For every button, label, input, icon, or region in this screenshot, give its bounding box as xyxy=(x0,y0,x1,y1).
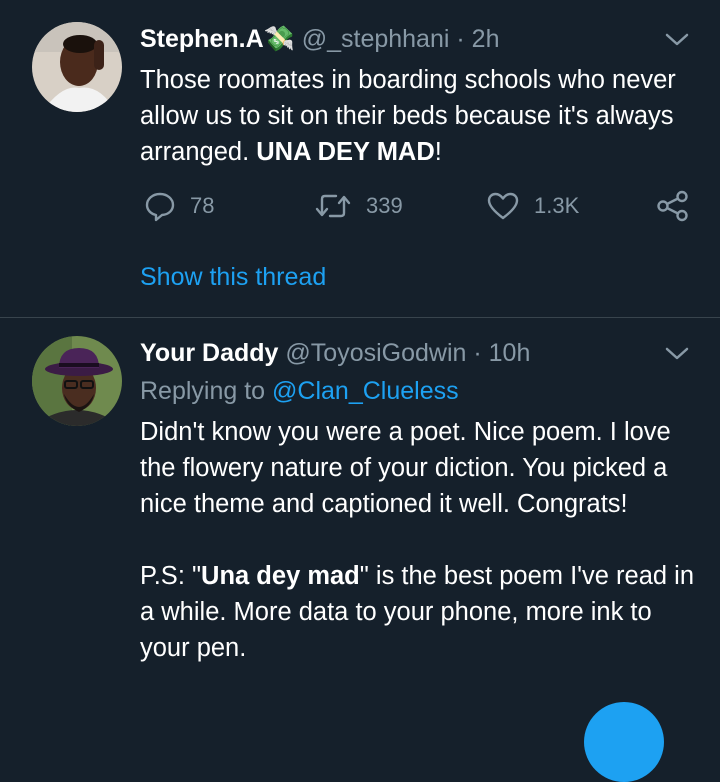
tweet-text-bold: UNA DEY MAD xyxy=(256,138,435,166)
avatar[interactable] xyxy=(32,22,122,112)
timestamp[interactable]: 2h xyxy=(472,25,500,53)
tweet-2[interactable]: Your Daddy @ToyosiGodwin · 10h Replying … xyxy=(0,318,720,714)
tweet-text: Those roomates in boarding schools who n… xyxy=(140,62,700,170)
replying-label: Replying to xyxy=(140,377,266,405)
ps-start: P.S: " xyxy=(140,562,202,590)
show-thread-link[interactable]: Show this thread xyxy=(140,262,326,292)
chevron-down-icon[interactable] xyxy=(664,346,690,362)
retweet-icon xyxy=(315,194,351,218)
replying-to: Replying to @Clan_Clueless xyxy=(140,376,459,406)
retweet-count: 339 xyxy=(366,193,403,218)
like-button[interactable]: 1.3K xyxy=(486,190,579,222)
heart-icon xyxy=(487,192,519,220)
reply-button[interactable]: 78 xyxy=(144,190,214,222)
compose-button[interactable] xyxy=(584,702,664,782)
ps-bold: Una dey mad xyxy=(201,562,360,590)
chevron-down-icon[interactable] xyxy=(664,32,690,48)
user-handle[interactable]: @ToyosiGodwin xyxy=(285,339,466,367)
share-icon xyxy=(657,190,688,222)
separator: · xyxy=(473,339,482,367)
tweet-text: Didn't know you were a poet. Nice poem. … xyxy=(140,414,700,666)
retweet-button[interactable]: 339 xyxy=(314,190,403,222)
tweet-1[interactable]: Stephen.A💸 @_stephhani · 2h Those roomat… xyxy=(0,0,720,317)
timestamp[interactable]: 10h xyxy=(489,339,531,367)
user-handle[interactable]: @_stephhani xyxy=(302,25,450,53)
separator: · xyxy=(456,25,465,53)
like-count: 1.3K xyxy=(534,193,580,218)
tweet-header: Stephen.A💸 @_stephhani · 2h xyxy=(140,24,499,54)
mention-link[interactable]: @Clan_Clueless xyxy=(272,377,459,405)
display-name[interactable]: Stephen.A xyxy=(140,25,264,53)
share-button[interactable] xyxy=(656,190,690,222)
tweet-header: Your Daddy @ToyosiGodwin · 10h xyxy=(140,338,530,368)
speech-bubble-icon xyxy=(145,192,175,222)
tweet-text-end: ! xyxy=(434,138,442,166)
tweet-paragraph: Didn't know you were a poet. Nice poem. … xyxy=(140,418,671,518)
reply-count: 78 xyxy=(190,193,215,218)
display-name[interactable]: Your Daddy xyxy=(140,339,278,367)
avatar[interactable] xyxy=(32,336,122,426)
money-emoji-icon: 💸 xyxy=(263,25,295,53)
tweet-paragraph: P.S: "Una dey mad" is the best poem I've… xyxy=(140,558,700,666)
